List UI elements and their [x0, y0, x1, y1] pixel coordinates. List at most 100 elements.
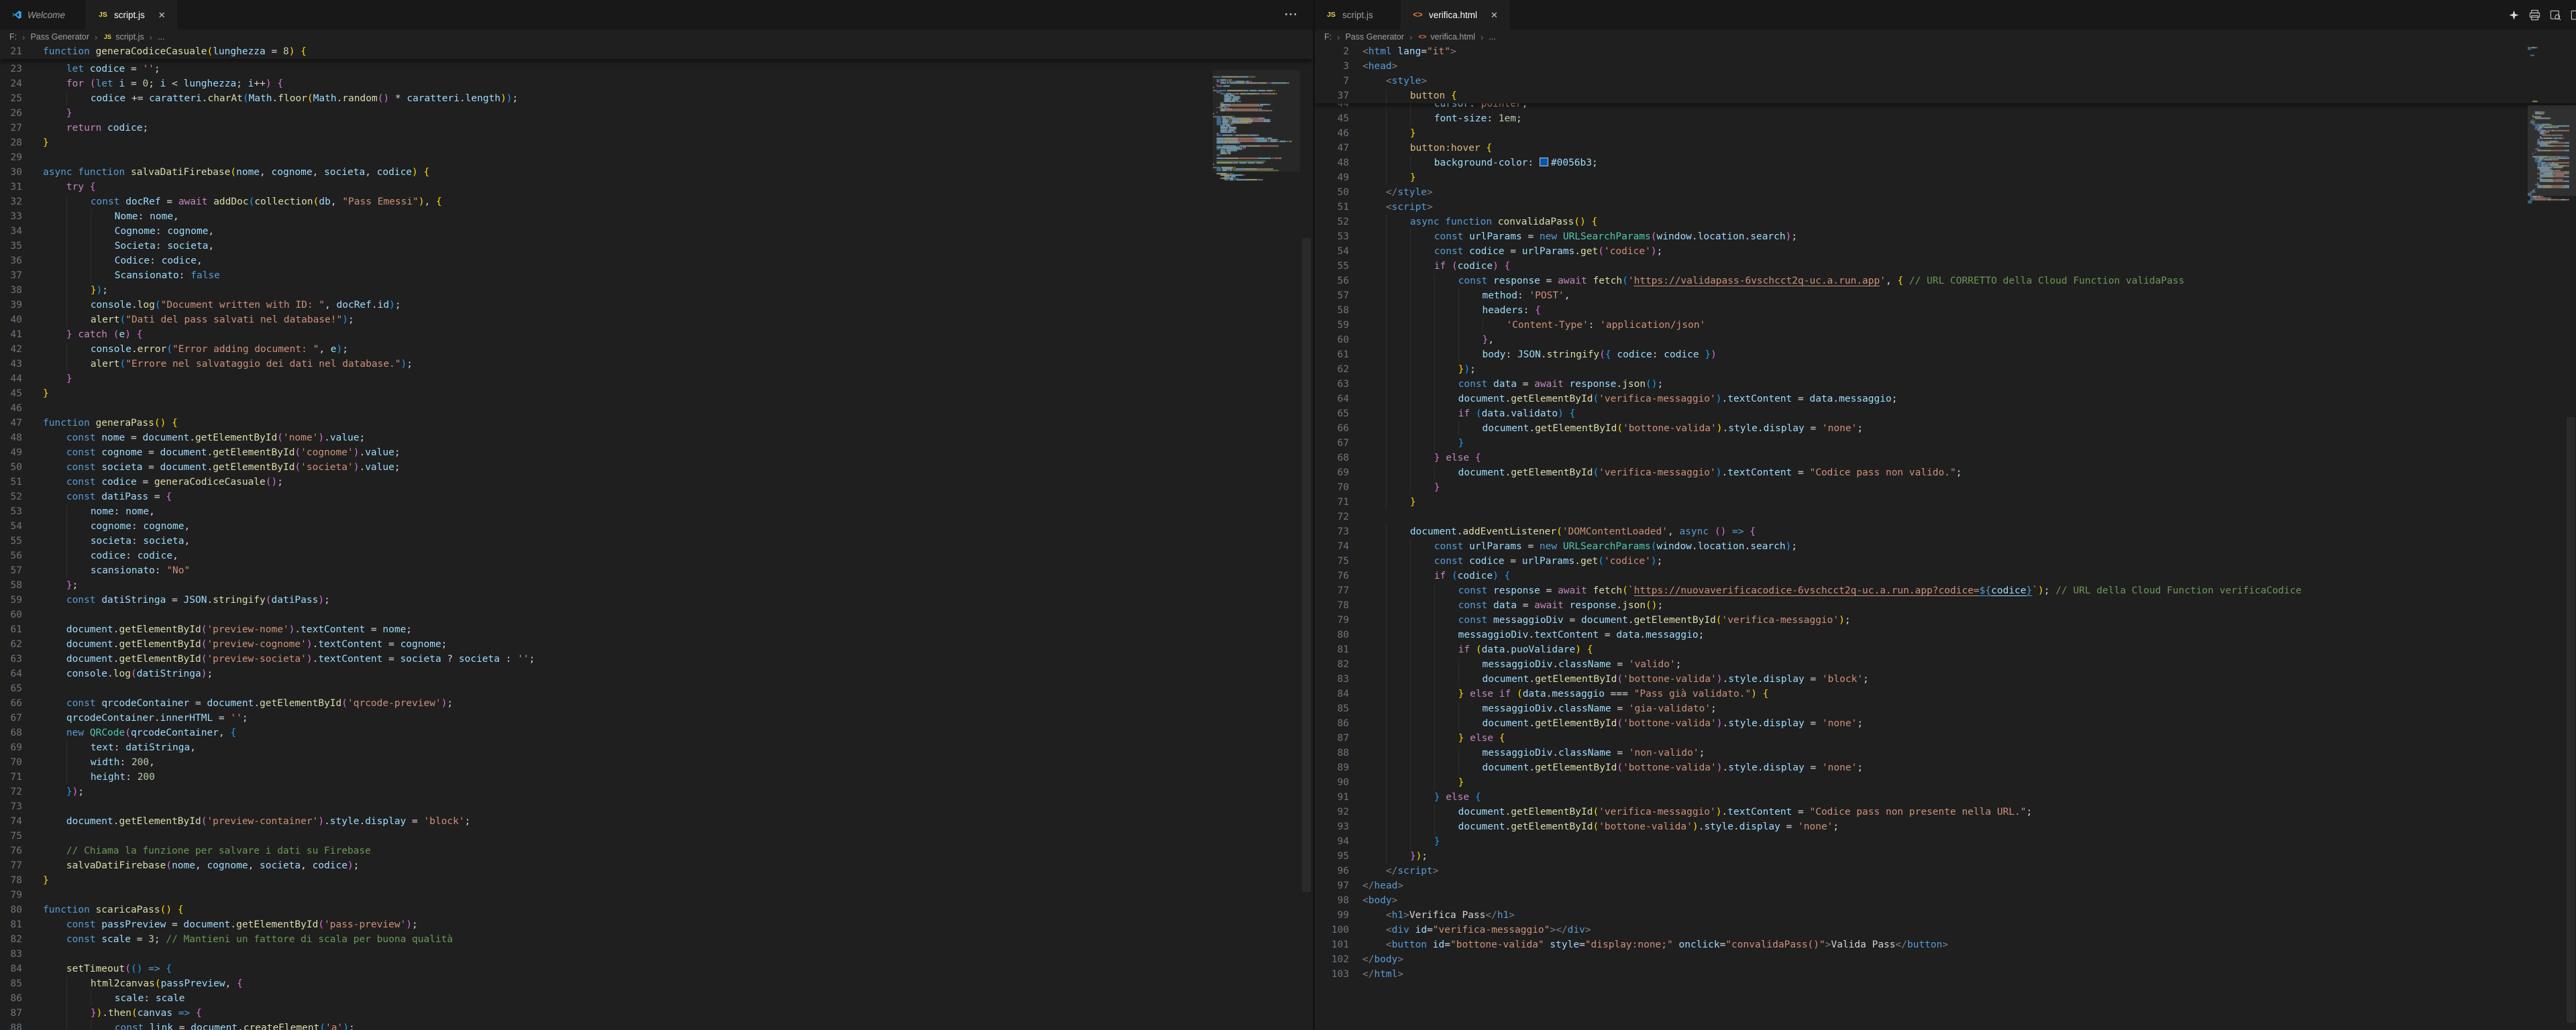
split-editor-icon[interactable] — [2569, 8, 2576, 21]
code-line-61[interactable]: 61 document.getElementById('preview-nome… — [0, 622, 1313, 637]
code-area-right[interactable]: 44 cursor: pointer;45 font-size: 1em;46 … — [1315, 44, 2576, 982]
code-line-58[interactable]: 58 headers: { — [1315, 303, 2576, 318]
code-line-65[interactable]: 65 — [0, 681, 1313, 696]
tab-script.js[interactable]: JSscript.js✕ — [87, 0, 177, 30]
breadcrumb-item-PassGenerator[interactable]: Pass Generator — [30, 32, 89, 42]
code-line-84[interactable]: 84 } else if (data.messaggio === "Pass g… — [1315, 687, 2576, 701]
more-actions-icon[interactable]: ··· — [1285, 8, 1298, 21]
code-line-81[interactable]: 81 const passPreview = document.getEleme… — [0, 917, 1313, 932]
code-line-35[interactable]: 35 Societa: societa, — [0, 239, 1313, 253]
code-line-71[interactable]: 71 height: 200 — [0, 770, 1313, 785]
code-line-55[interactable]: 55 if (codice) { — [1315, 259, 2576, 274]
code-line-37[interactable]: 37 button { — [1315, 89, 2576, 103]
tab-script.js[interactable]: JSscript.js — [1315, 0, 1401, 30]
code-line-52[interactable]: 52 const datiPass = { — [0, 490, 1313, 504]
minimap-slider-left[interactable] — [1213, 70, 1300, 172]
code-line-34[interactable]: 34 Cognome: cognome, — [0, 224, 1313, 239]
code-line-32[interactable]: 32 const docRef = await addDoc(collectio… — [0, 194, 1313, 209]
code-line-33[interactable]: 33 Nome: nome, — [0, 209, 1313, 224]
code-line-25[interactable]: 25 codice += caratteri.charAt(Math.floor… — [0, 91, 1313, 106]
code-line-65[interactable]: 65 if (data.validato) { — [1315, 406, 2576, 421]
code-line-63[interactable]: 63 const data = await response.json(); — [1315, 377, 2576, 392]
code-line-68[interactable]: 68 new QRCode(qrcodeContainer, { — [0, 726, 1313, 740]
code-line-60[interactable]: 60 }, — [1315, 333, 2576, 347]
code-line-48[interactable]: 48 background-color: #0056b3; — [1315, 156, 2576, 170]
code-line-64[interactable]: 64 console.log(datiStringa); — [0, 667, 1313, 681]
code-line-90[interactable]: 90 } — [1315, 775, 2576, 790]
code-line-27[interactable]: 27 return codice; — [0, 121, 1313, 135]
code-line-56[interactable]: 56 const response = await fetch('https:/… — [1315, 274, 2576, 288]
code-line-62[interactable]: 62 }); — [1315, 362, 2576, 377]
code-line-75[interactable]: 75 const codice = urlParams.get('codice'… — [1315, 554, 2576, 569]
code-line-69[interactable]: 69 text: datiStringa, — [0, 740, 1313, 755]
code-line-78[interactable]: 78} — [0, 873, 1313, 888]
code-line-3[interactable]: 3<head> — [1315, 59, 2576, 74]
code-line-59[interactable]: 59 const datiStringa = JSON.stringify(da… — [0, 593, 1313, 608]
code-line-93[interactable]: 93 document.getElementById('bottone-vali… — [1315, 819, 2576, 834]
code-line-77[interactable]: 77 salvaDatiFirebase(nome, cognome, soci… — [0, 858, 1313, 873]
code-line-83[interactable]: 83 document.getElementById('bottone-vali… — [1315, 672, 2576, 687]
code-line-53[interactable]: 53 const urlParams = new URLSearchParams… — [1315, 229, 2576, 244]
code-line-59[interactable]: 59 'Content-Type': 'application/json' — [1315, 318, 2576, 333]
breadcrumb-item-...[interactable]: ... — [1489, 32, 1495, 42]
code-line-80[interactable]: 80 messaggioDiv.textContent = data.messa… — [1315, 628, 2576, 642]
code-line-29[interactable]: 29 — [0, 150, 1313, 165]
close-icon[interactable]: ✕ — [1491, 11, 1498, 19]
code-line-75[interactable]: 75 — [0, 829, 1313, 844]
code-line-100[interactable]: 100 <div id="verifica-messaggio"></div> — [1315, 923, 2576, 937]
code-line-68[interactable]: 68 } else { — [1315, 451, 2576, 465]
code-line-89[interactable]: 89 document.getElementById('bottone-vali… — [1315, 760, 2576, 775]
sticky-scroll-left[interactable]: 21function generaCodiceCasuale(lunghezza… — [0, 44, 1313, 59]
code-line-52[interactable]: 52 async function convalidaPass() { — [1315, 215, 2576, 229]
code-line-46[interactable]: 46 } — [1315, 126, 2576, 141]
code-line-57[interactable]: 57 method: 'POST', — [1315, 288, 2576, 303]
code-line-62[interactable]: 62 document.getElementById('preview-cogn… — [0, 637, 1313, 652]
code-line-67[interactable]: 67 } — [1315, 436, 2576, 451]
code-line-46[interactable]: 46 — [0, 401, 1313, 416]
code-line-86[interactable]: 86 document.getElementById('bottone-vali… — [1315, 716, 2576, 731]
code-line-66[interactable]: 66 document.getElementById('bottone-vali… — [1315, 421, 2576, 436]
code-line-54[interactable]: 54 const codice = urlParams.get('codice'… — [1315, 244, 2576, 259]
code-line-45[interactable]: 45} — [0, 386, 1313, 401]
breadcrumb-item-F[interactable]: F: — [9, 32, 17, 42]
code-line-60[interactable]: 60 — [0, 608, 1313, 622]
code-line-78[interactable]: 78 const data = await response.json(); — [1315, 598, 2576, 613]
code-line-51[interactable]: 51 <script> — [1315, 200, 2576, 215]
code-line-43[interactable]: 43 alert("Errore nel salvataggio dei dat… — [0, 357, 1313, 371]
code-line-82[interactable]: 82 const scale = 3; // Mantieni un fatto… — [0, 932, 1313, 947]
code-line-101[interactable]: 101 <button id="bottone-valida" style="d… — [1315, 937, 2576, 952]
code-line-61[interactable]: 61 body: JSON.stringify({ codice: codice… — [1315, 347, 2576, 362]
code-line-23[interactable]: 23 let codice = ''; — [0, 62, 1313, 76]
code-line-56[interactable]: 56 codice: codice, — [0, 549, 1313, 563]
code-line-76[interactable]: 76 // Chiama la funzione per salvare i d… — [0, 844, 1313, 858]
code-line-83[interactable]: 83 — [0, 947, 1313, 962]
code-line-50[interactable]: 50 const societa = document.getElementBy… — [0, 460, 1313, 475]
scrollbar-left[interactable] — [1302, 238, 1311, 892]
code-line-79[interactable]: 79 — [0, 888, 1313, 903]
breadcrumb-item-...[interactable]: ... — [158, 32, 164, 42]
code-line-102[interactable]: 102</body> — [1315, 952, 2576, 967]
code-line-66[interactable]: 66 const qrcodeContainer = document.getE… — [0, 696, 1313, 711]
code-line-49[interactable]: 49 } — [1315, 170, 2576, 185]
code-line-63[interactable]: 63 document.getElementById('preview-soci… — [0, 652, 1313, 667]
code-line-88[interactable]: 88 const link = document.createElement('… — [0, 1021, 1313, 1030]
code-line-87[interactable]: 87 } else { — [1315, 731, 2576, 746]
code-line-28[interactable]: 28} — [0, 135, 1313, 150]
code-line-79[interactable]: 79 const messaggioDiv = document.getElem… — [1315, 613, 2576, 628]
breadcrumb-item-F[interactable]: F: — [1324, 32, 1332, 42]
code-line-99[interactable]: 99 <h1>Verifica Pass</h1> — [1315, 908, 2576, 923]
code-line-24[interactable]: 24 for (let i = 0; i < lunghezza; i++) { — [0, 76, 1313, 91]
code-line-74[interactable]: 74 const urlParams = new URLSearchParams… — [1315, 539, 2576, 554]
code-line-91[interactable]: 91 } else { — [1315, 790, 2576, 805]
code-line-7[interactable]: 7 <style> — [1315, 74, 2576, 89]
code-line-70[interactable]: 70 width: 200, — [0, 755, 1313, 770]
code-line-47[interactable]: 47function generaPass() { — [0, 416, 1313, 431]
code-line-71[interactable]: 71 } — [1315, 495, 2576, 510]
copilot-sparkle-icon[interactable] — [2507, 8, 2520, 21]
code-area-left[interactable]: 23 let codice = '';24 for (let i = 0; i … — [0, 44, 1313, 1030]
code-line-95[interactable]: 95 }); — [1315, 849, 2576, 864]
open-preview-icon[interactable] — [2548, 8, 2562, 21]
code-line-48[interactable]: 48 const nome = document.getElementById(… — [0, 431, 1313, 445]
css-color-swatch[interactable] — [1540, 158, 1548, 166]
code-line-69[interactable]: 69 document.getElementById('verifica-mes… — [1315, 465, 2576, 480]
